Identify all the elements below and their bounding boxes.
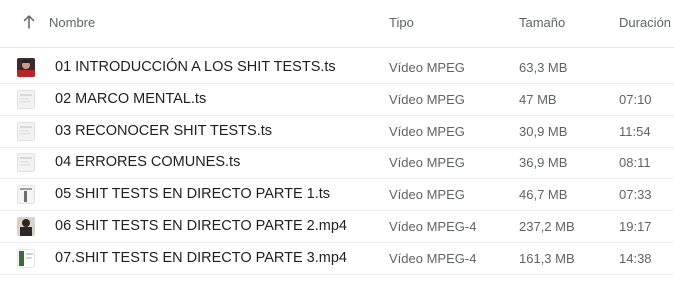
file-type: Vídeo MPEG	[389, 60, 465, 75]
file-duration: 07:33	[619, 187, 652, 203]
video-thumbnail-icon	[17, 121, 35, 141]
video-thumbnail-icon	[17, 153, 35, 173]
file-type: Vídeo MPEG	[389, 123, 465, 139]
column-header-duration[interactable]: Duración	[619, 15, 671, 30]
file-name: 05 SHIT TESTS EN DIRECTO PARTE 1.ts	[55, 186, 331, 203]
file-row[interactable]: 04 ERRORES COMUNES.ts Vídeo MPEG 36,9 MB 08…	[0, 147, 674, 180]
file-name: 03 RECONOCER SHIT TESTS.ts	[55, 122, 273, 139]
file-duration: 08:11	[619, 155, 651, 171]
file-size: 237,2 MB	[519, 219, 575, 234]
file-row[interactable]: 07.SHIT TESTS EN DIRECTO PARTE 3.mp4 Víde…	[0, 243, 674, 275]
file-row[interactable]: 01 INTRODUCCIÓN A LOS SHIT TESTS.ts Vídeo…	[0, 52, 674, 84]
arrow-up-icon[interactable]	[22, 14, 36, 30]
file-size: 161,3 MB	[519, 250, 575, 266]
video-thumbnail-icon	[17, 217, 35, 236]
file-type: Vídeo MPEG	[389, 155, 465, 171]
file-name: 02 MARCO MENTAL.ts	[55, 90, 207, 107]
column-header-row: Nombre Tipo Tamaño Duración	[0, 0, 674, 48]
video-thumbnail-icon	[17, 58, 35, 77]
file-name: 07.SHIT TESTS EN DIRECTO PARTE 3.mp4	[55, 249, 347, 266]
file-row[interactable]: 03 RECONOCER SHIT TESTS.ts Vídeo MPEG 30,9…	[0, 116, 674, 148]
file-type: Vídeo MPEG	[389, 187, 465, 203]
file-size: 46,7 MB	[519, 187, 568, 203]
file-row[interactable]: 05 SHIT TESTS EN DIRECTO PARTE 1.ts Vídeo…	[0, 179, 674, 212]
file-duration: 11:54	[619, 123, 651, 139]
file-type: Vídeo MPEG-4	[389, 250, 477, 266]
column-header-type[interactable]: Tipo	[389, 15, 414, 30]
video-thumbnail-icon	[17, 248, 35, 268]
file-type: Vídeo MPEG-4	[389, 219, 477, 234]
file-name: 04 ERRORES COMUNES.ts	[55, 154, 241, 171]
file-size: 30,9 MB	[519, 123, 568, 139]
file-name: 06 SHIT TESTS EN DIRECTO PARTE 2.mp4	[55, 218, 347, 234]
file-row[interactable]: 06 SHIT TESTS EN DIRECTO PARTE 2.mp4 Víde…	[0, 211, 674, 243]
file-list: Nombre Tipo Tamaño Duración 01 INTRODUCC…	[0, 0, 674, 304]
file-duration: 07:10	[619, 91, 652, 107]
file-size: 36,9 MB	[519, 155, 568, 171]
file-name: 01 INTRODUCCIÓN A LOS SHIT TESTS.ts	[55, 59, 336, 75]
video-thumbnail-icon	[17, 89, 35, 109]
file-row[interactable]: 02 MARCO MENTAL.ts Vídeo MPEG 47 MB 07:10	[0, 84, 674, 116]
file-duration: 14:38	[619, 250, 652, 266]
file-duration: 19:17	[619, 219, 652, 234]
file-type: Vídeo MPEG	[389, 91, 465, 107]
video-thumbnail-icon	[17, 185, 35, 205]
file-size: 47 MB	[519, 91, 557, 107]
column-header-name[interactable]: Nombre	[49, 15, 95, 30]
file-size: 63,3 MB	[519, 60, 568, 75]
column-header-size[interactable]: Tamaño	[519, 15, 565, 30]
